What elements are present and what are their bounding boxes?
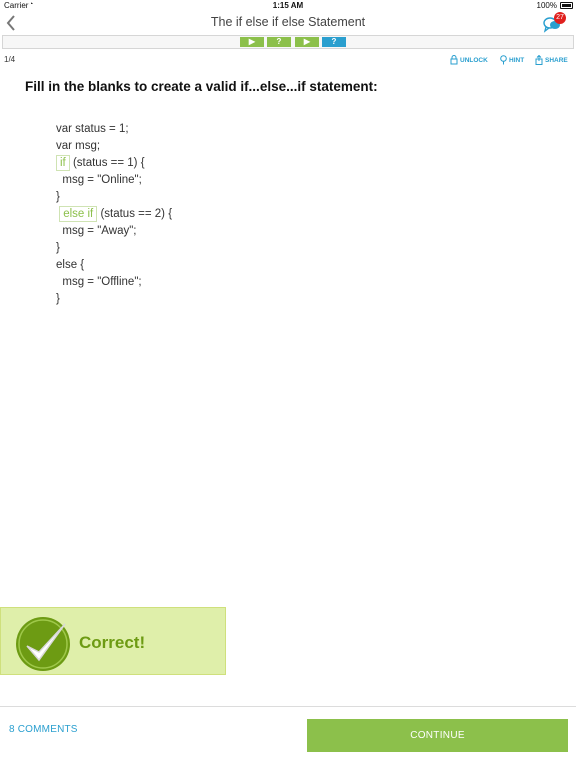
hint-button[interactable]: HINT [500,55,524,65]
page-counter: 1/4 [4,55,16,64]
step-play-1[interactable]: ▶ [240,37,264,47]
blank-else-if[interactable]: else if [59,206,98,222]
code-line: msg = "Away"; [56,225,137,237]
code-line: } [56,242,60,254]
code-line: if (status == 1) { [56,155,172,172]
checkmark-icon [16,617,70,671]
correct-feedback-panel: Correct! [0,607,226,675]
clock: 1:15 AM [272,1,304,10]
code-line: else if (status == 2) { [56,206,172,223]
unlock-button[interactable]: UNLOCK [450,55,488,65]
step-quiz-2[interactable]: ? [322,37,346,47]
step-play-2[interactable]: ▶ [295,37,319,47]
continue-button[interactable]: CONTINUE [307,719,568,752]
share-label: SHARE [545,56,568,64]
code-line: else { [56,259,85,271]
correct-message: Correct! [79,633,146,652]
share-icon [535,55,543,65]
lightbulb-icon [500,55,507,65]
battery-percent: 100% [536,1,557,10]
share-button[interactable]: SHARE [535,55,568,65]
page-title: The if else if else Statement [210,15,366,29]
question-prompt: Fill in the blanks to create a valid if.… [25,79,378,94]
code-block: var status = 1; var msg; if (status == 1… [56,121,172,308]
comments-link[interactable]: 8 COMMENTS [9,724,78,735]
code-line: } [56,191,60,203]
code-line: } [56,293,60,305]
code-line: msg = "Offline"; [56,276,142,288]
status-bar: Carrier ◔ 1:15 AM 100% [0,0,576,12]
lock-icon [450,55,458,65]
footer-divider [0,706,576,707]
step-quiz-1[interactable]: ? [267,37,291,47]
code-line: msg = "Online"; [56,174,142,186]
unlock-label: UNLOCK [460,56,488,64]
battery-icon [560,2,573,9]
code-line: var msg; [56,140,101,152]
blank-if[interactable]: if [56,155,70,171]
hint-label: HINT [509,56,525,64]
code-line: var status = 1; [56,123,129,135]
notification-badge: 27 [554,12,566,24]
code-fragment: (status == 2) { [97,208,173,220]
code-fragment: (status == 1) { [69,157,145,169]
nav-bar: The if else if else Statement 27 [0,12,576,34]
